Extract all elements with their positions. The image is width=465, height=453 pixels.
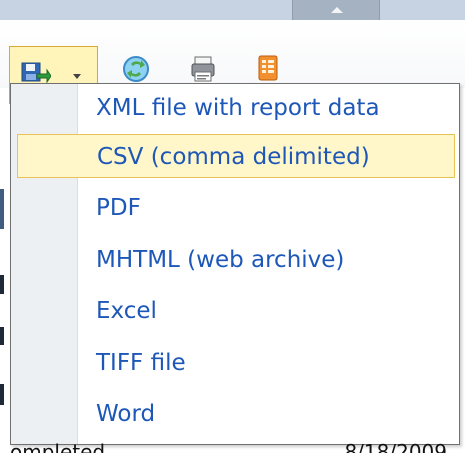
collapse-handle[interactable] — [292, 0, 380, 20]
printer-icon[interactable] — [188, 54, 218, 84]
menu-item-csv[interactable]: CSV (comma delimited) — [17, 134, 455, 178]
menu-item-pdf[interactable]: PDF — [17, 186, 455, 230]
menu-item-label: Excel — [96, 298, 157, 324]
menu-item-excel[interactable]: Excel — [17, 289, 455, 333]
menu-item-label: XML file with report data — [96, 95, 380, 121]
menu-item-word[interactable]: Word — [17, 392, 455, 436]
menu-item-mhtml[interactable]: MHTML (web archive) — [17, 238, 455, 282]
menu-item-label: Word — [96, 401, 156, 427]
export-format-menu: XML file with report data CSV (comma del… — [10, 83, 460, 445]
menu-item-label: TIFF file — [96, 350, 186, 376]
background-date-text: 8/18/2009 — [344, 440, 447, 453]
top-toolbar-strip — [0, 0, 465, 21]
menu-item-label: MHTML (web archive) — [96, 247, 345, 273]
refresh-icon[interactable] — [121, 54, 151, 84]
background-status-text: ompleted — [10, 440, 106, 453]
document-map-icon[interactable] — [253, 54, 283, 84]
menu-item-tiff[interactable]: TIFF file — [17, 341, 455, 385]
report-toolbar — [0, 20, 465, 104]
report-viewer: XML file with report data CSV (comma del… — [0, 0, 465, 453]
menu-item-xml[interactable]: XML file with report data — [17, 86, 455, 130]
background-bottom-row: ompleted 8/18/2009 — [0, 440, 465, 453]
menu-item-label: CSV (comma delimited) — [97, 144, 370, 170]
menu-item-label: PDF — [96, 195, 141, 221]
chevron-down-icon — [73, 74, 81, 79]
